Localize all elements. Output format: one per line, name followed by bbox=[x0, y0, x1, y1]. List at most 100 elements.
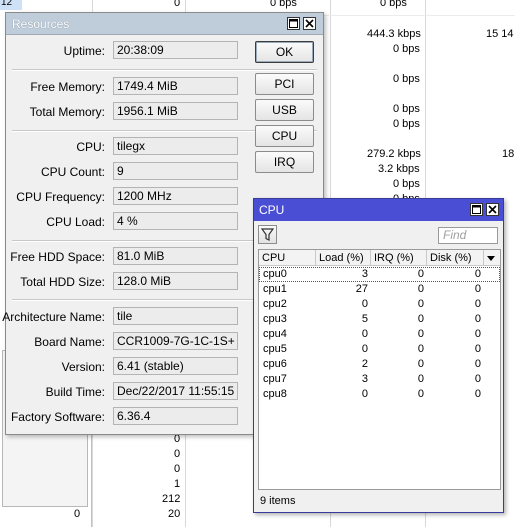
cell-cpu: cpu3 bbox=[263, 313, 287, 325]
bg-cell: 0 bps bbox=[393, 43, 420, 55]
cell-disk: 0 bbox=[474, 298, 481, 310]
version-value: 6.41 (stable) bbox=[113, 357, 238, 375]
bg-cell: 0 bbox=[74, 508, 81, 520]
table-row[interactable]: cpu4 0 0 0 bbox=[259, 327, 500, 342]
bg-cell: 0 bps bbox=[393, 118, 420, 130]
cell-irq: 0 bbox=[417, 358, 424, 370]
cell-disk: 0 bbox=[474, 283, 481, 295]
table-row[interactable]: cpu7 3 0 0 bbox=[259, 372, 500, 387]
cell-load: 0 bbox=[361, 343, 368, 355]
table-row[interactable]: cpu2 0 0 0 bbox=[259, 297, 500, 312]
cell-irq: 0 bbox=[417, 313, 424, 325]
cell-irq: 0 bbox=[417, 283, 424, 295]
board-name-label: Board Name: bbox=[34, 335, 105, 349]
table-row[interactable]: cpu3 5 0 0 bbox=[259, 312, 500, 327]
cell-cpu: cpu6 bbox=[263, 358, 287, 370]
cell-cpu: cpu7 bbox=[263, 373, 287, 385]
column-header-load[interactable]: Load (%) bbox=[316, 250, 371, 266]
cell-load: 0 bbox=[361, 328, 368, 340]
free-memory-value: 1749.4 MiB bbox=[113, 77, 238, 95]
irq-button[interactable]: IRQ bbox=[255, 151, 314, 173]
column-header-cpu[interactable]: CPU bbox=[259, 250, 316, 266]
column-header-disk[interactable]: Disk (%) bbox=[427, 250, 484, 266]
separator bbox=[12, 69, 317, 71]
cell-disk: 0 bbox=[474, 328, 481, 340]
column-header-irq[interactable]: IRQ (%) bbox=[371, 250, 427, 266]
cell-load: 5 bbox=[361, 313, 368, 325]
cell-irq: 0 bbox=[417, 298, 424, 310]
bg-cell: 3.2 kbps bbox=[378, 163, 420, 175]
cell-irq: 0 bbox=[417, 373, 424, 385]
cell-disk: 0 bbox=[474, 343, 481, 355]
bg-cell: 0 bbox=[174, 0, 181, 9]
cpu-toolbar: Find bbox=[254, 221, 503, 247]
restore-icon[interactable] bbox=[470, 203, 483, 216]
filter-icon bbox=[260, 228, 275, 241]
cpu-button[interactable]: CPU bbox=[255, 125, 314, 147]
bg-cell: 0 bps bbox=[380, 0, 407, 9]
table-row[interactable]: cpu0 3 0 0 bbox=[259, 267, 500, 282]
cell-cpu: cpu0 bbox=[263, 268, 287, 280]
cell-disk: 0 bbox=[474, 313, 481, 325]
factory-software-label: Factory Software: bbox=[10, 410, 105, 424]
table-row[interactable]: cpu6 2 0 0 bbox=[259, 357, 500, 372]
cpu-value: tilegx bbox=[113, 137, 238, 155]
cpu-load-label: CPU Load: bbox=[46, 215, 105, 229]
dropdown-icon[interactable] bbox=[486, 254, 496, 266]
cell-load: 2 bbox=[361, 358, 368, 370]
cell-load: 3 bbox=[361, 268, 368, 280]
cell-cpu: cpu5 bbox=[263, 343, 287, 355]
cell-cpu: cpu1 bbox=[263, 283, 287, 295]
cpu-frequency-value: 1200 MHz bbox=[113, 187, 238, 205]
table-header: CPU Load (%) IRQ (%) Disk (%) bbox=[259, 250, 500, 266]
cpu-count-value: 9 bbox=[113, 162, 238, 180]
cpu-label: CPU: bbox=[76, 140, 105, 154]
bg-cell: 279.2 kbps bbox=[367, 148, 421, 160]
cell-load: 0 bbox=[361, 298, 368, 310]
bg-cell: 444.3 kbps bbox=[367, 28, 421, 40]
filter-button[interactable] bbox=[258, 225, 277, 244]
table-row[interactable]: cpu8 0 0 0 bbox=[259, 387, 500, 402]
ok-button[interactable]: OK bbox=[255, 41, 314, 63]
close-icon[interactable] bbox=[486, 203, 499, 216]
cpu-load-value: 4 % bbox=[113, 212, 238, 230]
table-row[interactable]: cpu1 27 0 0 bbox=[259, 282, 500, 297]
cell-irq: 0 bbox=[417, 268, 424, 280]
bg-cell: 0 bps bbox=[393, 178, 420, 190]
cpu-table: CPU Load (%) IRQ (%) Disk (%) cpu0 3 0 0 cpu… bbox=[258, 249, 501, 490]
cell-cpu: cpu8 bbox=[263, 388, 287, 400]
bg-cell: 0 bps bbox=[393, 73, 420, 85]
architecture-label: Architecture Name: bbox=[2, 310, 105, 324]
resources-title-bar[interactable]: Resources bbox=[6, 13, 323, 35]
window-title: Resources bbox=[12, 17, 70, 31]
bg-cell: 0 bbox=[174, 448, 181, 460]
architecture-value: tile bbox=[113, 307, 238, 325]
bg-cell: 1 bbox=[174, 478, 181, 490]
cpu-title-bar[interactable]: CPU bbox=[254, 199, 503, 221]
total-hdd-value: 128.0 MiB bbox=[113, 272, 238, 290]
bg-cell: 212 bbox=[162, 493, 181, 505]
find-input[interactable]: Find bbox=[438, 227, 498, 244]
free-hdd-label: Free HDD Space: bbox=[10, 250, 105, 264]
cell-cpu: cpu2 bbox=[263, 298, 287, 310]
bg-cell: 20 bbox=[168, 508, 181, 520]
cell-cpu: cpu4 bbox=[263, 328, 287, 340]
close-icon[interactable] bbox=[303, 17, 316, 30]
usb-button[interactable]: USB bbox=[255, 99, 314, 121]
restore-icon[interactable] bbox=[287, 17, 300, 30]
bg-cell: 12 bbox=[1, 0, 13, 8]
cell-load: 0 bbox=[361, 388, 368, 400]
factory-software-value: 6.36.4 bbox=[113, 407, 238, 425]
total-hdd-label: Total HDD Size: bbox=[20, 275, 105, 289]
board-name-value: CCR1009-7G-1C-1S+ bbox=[113, 332, 238, 350]
cell-disk: 0 bbox=[474, 268, 481, 280]
bg-cell: 0 bps bbox=[393, 103, 420, 115]
total-memory-label: Total Memory: bbox=[29, 105, 105, 119]
cell-disk: 0 bbox=[474, 373, 481, 385]
bg-cell: 15 14 bbox=[486, 28, 514, 40]
uptime-label: Uptime: bbox=[63, 44, 105, 58]
pci-button[interactable]: PCI bbox=[255, 73, 314, 95]
free-memory-label: Free Memory: bbox=[30, 80, 105, 94]
window-title: CPU bbox=[259, 203, 285, 217]
table-row[interactable]: cpu5 0 0 0 bbox=[259, 342, 500, 357]
